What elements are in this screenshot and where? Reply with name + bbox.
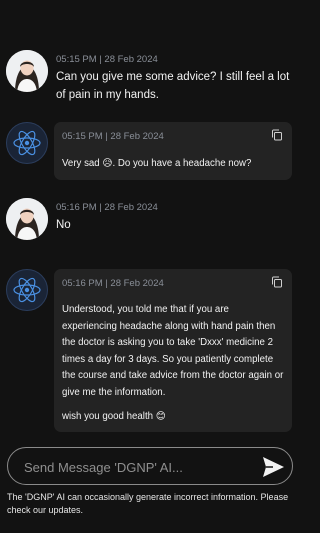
atom-icon [13,277,41,303]
user-avatar [6,50,48,92]
message-text: Can you give me some advice? I still fee… [56,71,290,101]
message-paragraph: wish you good health 😊 [62,411,166,422]
message-input[interactable] [22,454,256,480]
person-icon [6,50,48,92]
bot-avatar [6,122,48,164]
disclaimer-text: The 'DGNP' AI can occasionally generate … [7,492,289,515]
user-message: 05:16 PM | 28 Feb 2024 No [6,198,294,242]
bot-avatar [6,269,48,311]
user-avatar [6,198,48,240]
message-timestamp: 05:15 PM | 28 Feb 2024 [56,54,158,65]
message-text: No [56,219,71,231]
message-timestamp: 05:16 PM | 28 Feb 2024 [56,202,158,213]
chat-screen: 05:15 PM | 28 Feb 2024 Can you give me s… [0,0,300,533]
message-timestamp: 05:16 PM | 28 Feb 2024 [62,278,164,289]
person-icon [6,198,48,240]
bot-bubble: 05:16 PM | 28 Feb 2024 Understood, you t… [54,269,292,432]
message-composer [7,447,293,485]
bot-message: 05:15 PM | 28 Feb 2024 Very sad 😥. Do yo… [6,122,294,180]
message-paragraph: Understood, you told me that if you are … [62,304,284,398]
message-text: Very sad 😥. Do you have a headache now? [62,158,252,169]
copy-icon[interactable] [271,276,283,288]
bot-bubble: 05:15 PM | 28 Feb 2024 Very sad 😥. Do yo… [54,122,292,180]
send-icon[interactable] [260,454,286,480]
user-message: 05:15 PM | 28 Feb 2024 Can you give me s… [6,50,294,101]
bot-message: 05:16 PM | 28 Feb 2024 Understood, you t… [6,269,294,432]
copy-icon[interactable] [271,129,283,141]
atom-icon [13,130,41,156]
message-timestamp: 05:15 PM | 28 Feb 2024 [62,131,164,142]
